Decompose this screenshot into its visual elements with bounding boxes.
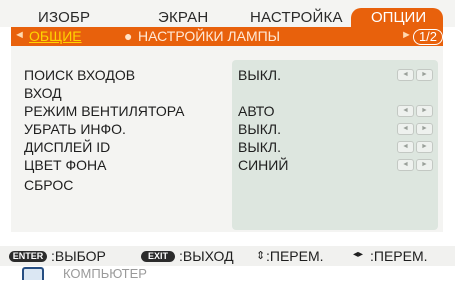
submenu-left-arrow-icon[interactable]: ◄	[14, 29, 25, 41]
left-arrow-icon[interactable]: ◄	[397, 105, 414, 117]
adjust-arrows[interactable]: ◄ ►	[397, 141, 435, 153]
right-arrow-icon[interactable]: ►	[416, 141, 433, 153]
adjust-arrows[interactable]: ◄ ►	[397, 105, 435, 117]
adjust-arrows[interactable]: ◄ ►	[397, 69, 435, 81]
menu-item-hide-info[interactable]: УБРАТЬ ИНФО.	[24, 121, 126, 137]
menu-item-reset[interactable]: СБРОС	[24, 177, 73, 193]
menu-item-fan-mode[interactable]: РЕЖИМ ВЕНТИЛЯТОРА	[24, 103, 184, 119]
up-down-arrow-icon: ⇕	[256, 250, 266, 262]
bullet-icon: ●	[124, 28, 133, 44]
tab-setup[interactable]: НАСТРОЙКА	[250, 9, 343, 26]
left-right-arrow-icon: ◂▸	[353, 249, 364, 260]
left-arrow-icon[interactable]: ◄	[397, 141, 414, 153]
value-hide-info: ВЫКЛ.	[238, 121, 281, 137]
submenu-lamp-settings[interactable]: НАСТРОЙКИ ЛАМПЫ	[138, 28, 280, 44]
right-arrow-icon[interactable]: ►	[416, 69, 433, 81]
adjust-arrows[interactable]: ◄ ►	[397, 123, 435, 135]
help-exit-text: :ВЫХОД	[179, 248, 234, 264]
help-enter-text: :ВЫБОР	[51, 248, 106, 264]
right-arrow-icon[interactable]: ►	[416, 123, 433, 135]
menu-item-background-color[interactable]: ЦВЕТ ФОНА	[24, 157, 106, 173]
page-indicator: 1/2	[413, 29, 443, 45]
tab-picture[interactable]: ИЗОБР	[38, 9, 90, 26]
submenu-general[interactable]: ОБЩИЕ	[29, 28, 82, 44]
right-arrow-icon[interactable]: ►	[416, 105, 433, 117]
exit-key-icon: EXIT	[141, 251, 175, 262]
value-fan-mode: АВТО	[238, 103, 275, 119]
left-arrow-icon[interactable]: ◄	[397, 123, 414, 135]
tab-screen[interactable]: ЭКРАН	[158, 9, 208, 26]
menu-item-input-search[interactable]: ПОИСК ВХОДОВ	[24, 67, 135, 83]
submenu-right-arrow-icon[interactable]: ►	[401, 29, 412, 41]
adjust-arrows[interactable]: ◄ ►	[397, 159, 435, 171]
help-leftright-text: :ПЕРЕМ.	[370, 248, 428, 264]
menu-item-display-id[interactable]: ДИСПЛЕЙ ID	[24, 139, 110, 155]
value-input-search: ВЫКЛ.	[238, 67, 281, 83]
tab-options-label: ОПЦИИ	[371, 9, 427, 26]
enter-key-icon: ENTER	[9, 251, 47, 262]
monitor-icon	[22, 267, 44, 280]
source-label: КОМПЬЮТЕР	[63, 266, 147, 281]
help-updown-text: :ПЕРЕМ.	[266, 248, 324, 264]
value-display-id: ВЫКЛ.	[238, 139, 281, 155]
value-background-color: СИНИЙ	[238, 157, 289, 173]
menu-item-input[interactable]: ВХОД	[24, 85, 62, 101]
left-arrow-icon[interactable]: ◄	[397, 69, 414, 81]
right-arrow-icon[interactable]: ►	[416, 159, 433, 171]
left-arrow-icon[interactable]: ◄	[397, 159, 414, 171]
